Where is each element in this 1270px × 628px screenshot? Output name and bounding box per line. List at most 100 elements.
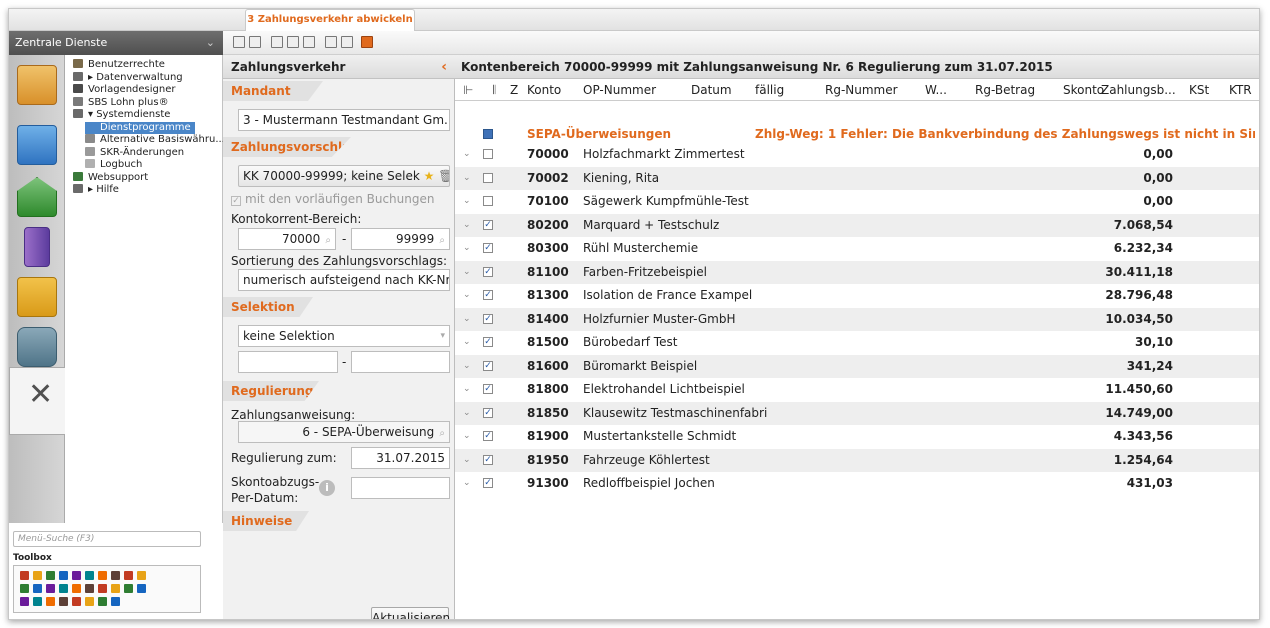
organization-module-icon[interactable]: [17, 277, 57, 317]
col-waehrung[interactable]: W...: [925, 79, 947, 101]
toolbox-tool-icon[interactable]: [20, 571, 29, 580]
toolbox-tool-icon[interactable]: [59, 584, 68, 593]
row-checkbox[interactable]: ✓: [483, 337, 493, 347]
table-row[interactable]: ⌄ ✓ 81100 Farben-Fritzebeispiel 30.411,18: [455, 260, 1259, 284]
col-zahlungsbetrag[interactable]: Zahlungsb...: [1101, 79, 1176, 101]
row-expand-icon[interactable]: ⌄: [463, 308, 471, 331]
toolbar-icon-1[interactable]: [233, 36, 245, 48]
toolbox-tool-icon[interactable]: [72, 571, 81, 580]
row-checkbox[interactable]: ✓: [483, 219, 493, 230]
row-checkbox[interactable]: ✓: [483, 243, 493, 253]
abacus-module-icon[interactable]: [17, 65, 57, 105]
accounting-module-icon[interactable]: [17, 125, 57, 165]
table-row[interactable]: ⌄ ✓ 81800 Elektrohandel Lichtbeispiel 11.450…: [455, 378, 1259, 401]
storage-module-icon[interactable]: [17, 327, 57, 367]
collapse-panel-icon[interactable]: ‹: [441, 55, 447, 79]
row-checkbox[interactable]: ✓: [483, 313, 493, 324]
skonto-date-field[interactable]: [351, 477, 450, 499]
col-faellig[interactable]: fällig: [755, 79, 784, 101]
tools-module-tab[interactable]: ✕: [9, 367, 66, 435]
col-z[interactable]: Z: [510, 79, 518, 101]
selektion-select[interactable]: keine Selektion ▾: [238, 325, 450, 347]
toolbox-tool-icon[interactable]: [59, 597, 68, 606]
tree-toggle-icon[interactable]: ⊩: [463, 79, 473, 101]
document-tab[interactable]: 3 Zahlungsverkehr abwickeln×: [245, 9, 415, 44]
row-expand-icon[interactable]: ⌄: [463, 331, 471, 354]
col-rg-betrag[interactable]: Rg-Betrag: [975, 79, 1035, 101]
table-row[interactable]: ⌄ 70002 Kiening, Rita 0,00: [455, 166, 1259, 190]
mail-icon[interactable]: [341, 36, 353, 48]
toolbox-tool-icon[interactable]: [72, 584, 81, 593]
toolbox-tool-icon[interactable]: [111, 584, 120, 593]
toolbox-tool-icon[interactable]: [85, 597, 94, 606]
za-search-icon[interactable]: ⌕: [436, 428, 445, 439]
tree-item[interactable]: ▸ Datenverwaltung: [73, 71, 183, 84]
row-checkbox[interactable]: ✓: [483, 266, 493, 277]
col-datum[interactable]: Datum: [691, 79, 732, 101]
toolbox-tool-icon[interactable]: [98, 584, 107, 593]
toolbox-tool-icon[interactable]: [111, 571, 120, 580]
row-checkbox[interactable]: ✓: [483, 360, 493, 371]
toolbox-tool-icon[interactable]: [20, 597, 29, 606]
row-checkbox[interactable]: ✓: [483, 431, 493, 441]
row-expand-icon[interactable]: ⌄: [463, 143, 471, 166]
selektion-from-field[interactable]: [238, 351, 338, 373]
row-expand-icon[interactable]: ⌄: [463, 237, 471, 260]
row-expand-icon[interactable]: ⌄: [463, 190, 471, 213]
toolbox-tool-icon[interactable]: [33, 571, 42, 580]
filter-icon[interactable]: [361, 36, 373, 48]
toolbox-tool-icon[interactable]: [46, 571, 55, 580]
row-expand-icon[interactable]: ⌄: [463, 402, 471, 425]
tree-item[interactable]: Vorlagendesigner: [73, 84, 175, 96]
toolbox-tool-icon[interactable]: [98, 597, 107, 606]
row-checkbox[interactable]: ✓: [483, 454, 493, 465]
toolbox-tool-icon[interactable]: [85, 571, 94, 580]
star-icon[interactable]: ★: [424, 169, 435, 183]
tree-item[interactable]: SKR-Änderungen: [85, 146, 184, 159]
row-checkbox[interactable]: [483, 196, 493, 206]
row-checkbox[interactable]: ✓: [483, 384, 493, 394]
info-icon[interactable]: i: [319, 480, 335, 496]
col-rg-nummer[interactable]: Rg-Nummer: [825, 79, 898, 101]
row-expand-icon[interactable]: ⌄: [463, 261, 471, 284]
tree-item[interactable]: Dienstprogramme: [85, 121, 195, 134]
toolbox-tool-icon[interactable]: [46, 584, 55, 593]
table-row[interactable]: ⌄ ✓ 80200 Marquard + Testschulz 7.068,54: [455, 213, 1259, 237]
row-expand-icon[interactable]: ⌄: [463, 284, 471, 307]
row-expand-icon[interactable]: ⌄: [463, 167, 471, 190]
toolbox-tool-icon[interactable]: [59, 571, 68, 580]
toolbox-tool-icon[interactable]: [85, 584, 94, 593]
kk-from-search-icon[interactable]: ⌕: [322, 235, 331, 246]
table-row[interactable]: ⌄ ✓ 81400 Holzfurnier Muster-GmbH 10.034,50: [455, 307, 1259, 331]
chart-module-icon[interactable]: [24, 227, 50, 267]
row-checkbox[interactable]: [483, 149, 493, 159]
col-konto[interactable]: Konto: [527, 79, 561, 101]
tree-item[interactable]: ▾ Systemdienste: [73, 109, 170, 121]
row-expand-icon[interactable]: ⌄: [463, 449, 471, 472]
tree-item[interactable]: Logbuch: [85, 159, 142, 171]
toolbox-tool-icon[interactable]: [46, 597, 55, 606]
toolbox-tool-icon[interactable]: [98, 571, 107, 580]
row-checkbox[interactable]: ✓: [483, 290, 493, 300]
regdate-field[interactable]: 31.07.2015: [351, 447, 450, 469]
row-expand-icon[interactable]: ⌄: [463, 214, 471, 237]
row-checkbox[interactable]: ✓: [483, 478, 493, 488]
print-preview-icon[interactable]: [287, 36, 299, 48]
refresh-button[interactable]: Aktualisieren: [371, 607, 450, 619]
row-expand-icon[interactable]: ⌄: [463, 472, 471, 495]
table-row[interactable]: ⌄ ✓ 81300 Isolation de France Exampel 28.796…: [455, 284, 1259, 307]
tree-item[interactable]: Benutzerrechte: [73, 59, 165, 71]
export-icon[interactable]: [325, 36, 337, 48]
delete-icon[interactable]: 🗑: [438, 169, 449, 183]
zahlungsanweisung-field[interactable]: 6 - SEPA-Überweisung ⌕: [238, 421, 450, 443]
toolbox-tool-icon[interactable]: [137, 571, 146, 580]
toolbox-tool-icon[interactable]: [137, 584, 146, 593]
table-row[interactable]: ⌄ ✓ 81950 Fahrzeuge Köhlertest 1.254,64: [455, 448, 1259, 472]
col-ktr[interactable]: KTR: [1229, 79, 1252, 101]
kk-to-field[interactable]: 99999 ⌕: [351, 228, 450, 250]
table-row[interactable]: ⌄ ✓ 81900 Mustertankstelle Schmidt 4.343,56: [455, 425, 1259, 448]
table-row[interactable]: ⌄ 70000 Holzfachmarkt Zimmertest 0,00: [455, 143, 1259, 166]
tree-item[interactable]: Websupport: [73, 171, 148, 184]
sort-select[interactable]: numerisch aufsteigend nach KK-Nr. ▾: [238, 269, 450, 291]
table-row[interactable]: ⌄ 70100 Sägewerk Kumpfmühle-Test 0,00: [455, 190, 1259, 213]
